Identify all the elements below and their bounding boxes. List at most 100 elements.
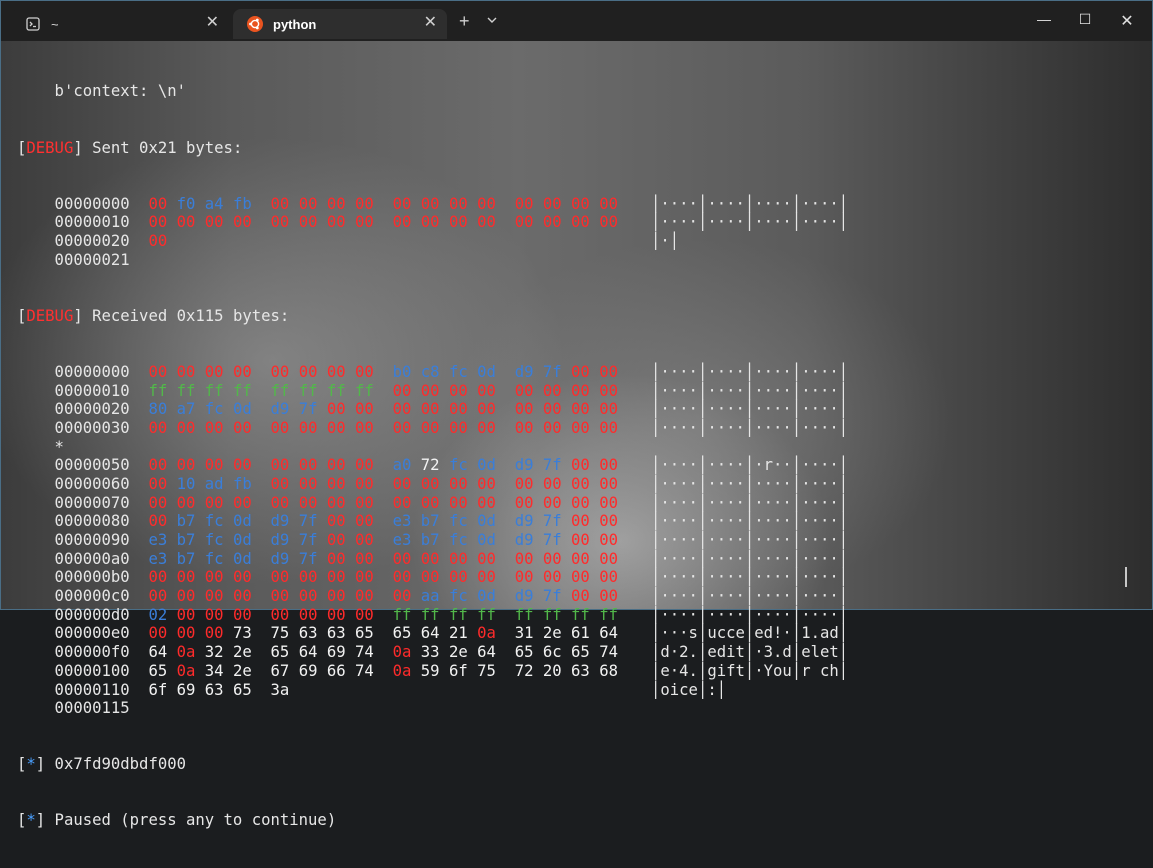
- minimize-button[interactable]: —: [1024, 11, 1064, 31]
- hex-byte: 00: [477, 418, 496, 437]
- hexdump-ascii: │····│····│····│····│: [651, 194, 849, 213]
- hex-byte: 00: [355, 362, 374, 381]
- hex-byte: 00: [355, 194, 374, 213]
- hex-byte: ff: [270, 381, 290, 400]
- hexdump-row: 000000d0 02 00 00 00 00 00 00 00 ff ff f…: [17, 606, 1127, 625]
- hex-byte: 00: [204, 362, 224, 381]
- hex-byte: 00: [392, 549, 412, 568]
- hex-byte: 64: [477, 643, 496, 662]
- hexdump-ascii: │····│····│····│····│: [651, 493, 849, 512]
- hex-byte: 7f: [542, 587, 562, 606]
- hex-byte: 0d: [477, 456, 496, 475]
- hex-byte: fc: [204, 531, 224, 550]
- hexdump-row: 00000010 ff ff ff ff ff ff ff ff 00 00 0…: [17, 382, 1127, 401]
- hexdump-row: 000000f0 64 0a 32 2e 65 64 69 74 0a 33 2…: [17, 643, 1127, 662]
- hexdump-ascii: │····│····│····│····│: [651, 400, 849, 419]
- hex-byte: 00: [232, 493, 252, 512]
- hex-byte: 00: [232, 418, 252, 437]
- hex-byte: fc: [448, 531, 468, 550]
- address-line: [*] 0x7fd90dbdf000: [17, 755, 186, 774]
- hex-byte: 7f: [298, 400, 318, 419]
- tab-python[interactable]: python ✕: [233, 9, 447, 39]
- hexdump-offset: 00000000: [17, 194, 130, 213]
- hex-byte: 00: [176, 418, 196, 437]
- hex-byte: 00: [176, 362, 196, 381]
- hex-byte: 00: [599, 381, 618, 400]
- hex-byte: 6f: [448, 661, 468, 680]
- tab-title: python: [273, 16, 317, 32]
- hex-byte: fc: [204, 549, 224, 568]
- hex-byte: 00: [326, 213, 346, 232]
- hex-byte: 00: [355, 587, 374, 606]
- hexdump-row: 00000070 00 00 00 00 00 00 00 00 00 00 0…: [17, 494, 1127, 513]
- close-window-button[interactable]: ✕: [1107, 11, 1147, 31]
- close-tab-icon[interactable]: ✕: [424, 14, 437, 32]
- hex-byte: 00: [477, 493, 496, 512]
- hex-byte: 00: [298, 605, 318, 624]
- new-tab-button[interactable]: +: [459, 11, 470, 32]
- hex-byte: 0a: [176, 661, 196, 680]
- hexdump-row: 00000050 00 00 00 00 00 00 00 00 a0 72 f…: [17, 456, 1127, 475]
- hex-byte: 00: [298, 587, 318, 606]
- hex-byte: 69: [298, 661, 318, 680]
- scrollbar-thumb[interactable]: [1125, 567, 1127, 587]
- hex-byte: 3a: [270, 680, 290, 699]
- hex-byte: 00: [326, 531, 346, 550]
- hex-byte: f0: [176, 194, 196, 213]
- hex-byte: 00: [571, 362, 590, 381]
- hexdump-ascii: │····│····│·r··│····│: [651, 456, 849, 475]
- hex-byte: 00: [599, 400, 618, 419]
- hex-byte: 00: [599, 362, 618, 381]
- hex-byte: d9: [270, 531, 290, 550]
- hex-byte: 00: [514, 381, 534, 400]
- hexdump-ascii: │oice│:│: [651, 680, 727, 699]
- hex-byte: 65: [232, 680, 252, 699]
- hex-byte: ff: [420, 605, 440, 624]
- hex-byte: d9: [514, 587, 534, 606]
- hex-byte: 7f: [542, 531, 562, 550]
- hexdump-offset: 00000110: [17, 680, 130, 699]
- hex-byte: 00: [542, 194, 562, 213]
- hexdump-row: 00000115: [17, 699, 1127, 718]
- hex-byte: 00: [542, 493, 562, 512]
- info-star: *: [26, 811, 36, 830]
- chevron-down-icon[interactable]: [487, 13, 497, 27]
- hex-byte: 00: [392, 418, 412, 437]
- hex-byte: 00: [571, 493, 590, 512]
- hex-byte: 00: [148, 362, 168, 381]
- hex-byte: 00: [420, 549, 440, 568]
- hex-byte: 00: [571, 194, 590, 213]
- hexdump-row: 00000000 00 f0 a4 fb 00 00 00 00 00 00 0…: [17, 195, 1127, 214]
- hex-byte: 65: [392, 624, 412, 643]
- hexdump-row: 00000100 65 0a 34 2e 67 69 66 74 0a 59 6…: [17, 662, 1127, 681]
- hex-byte: 00: [420, 381, 440, 400]
- hex-byte: 00: [326, 474, 346, 493]
- hex-byte: e3: [148, 531, 168, 550]
- hex-byte: 00: [599, 456, 618, 475]
- hexdump-row: 000000a0 e3 b7 fc 0d d9 7f 00 00 00 00 0…: [17, 550, 1127, 569]
- hex-byte: e3: [392, 512, 412, 531]
- terminal-output[interactable]: b'context: \n' [DEBUG] Sent 0x21 bytes: …: [17, 45, 1127, 829]
- hex-byte: 7f: [542, 512, 562, 531]
- hex-byte: 00: [448, 194, 468, 213]
- hex-byte: 74: [599, 643, 618, 662]
- hex-byte: 00: [448, 568, 468, 587]
- hex-byte: 00: [571, 568, 590, 587]
- maximize-button[interactable]: ☐: [1065, 11, 1105, 31]
- hex-byte: 63: [326, 624, 346, 643]
- hex-byte: 00: [232, 456, 252, 475]
- hex-byte: 2e: [232, 661, 252, 680]
- hex-byte: 00: [571, 531, 590, 550]
- hexdump-row: 00000010 00 00 00 00 00 00 00 00 00 00 0…: [17, 213, 1127, 232]
- hexdump-offset: 00000060: [17, 474, 130, 493]
- hex-byte: b7: [176, 531, 196, 550]
- hex-byte: 00: [355, 512, 374, 531]
- close-tab-icon[interactable]: ✕: [206, 14, 219, 32]
- hexdump-ascii: │····│····│····│····│: [651, 605, 849, 624]
- hex-byte: 00: [232, 605, 252, 624]
- hexdump-offset: 000000a0: [17, 549, 130, 568]
- tab-home[interactable]: ~ ✕: [11, 9, 229, 39]
- hex-byte: 0d: [232, 400, 252, 419]
- hex-byte: 00: [326, 194, 346, 213]
- hex-byte: 00: [599, 568, 618, 587]
